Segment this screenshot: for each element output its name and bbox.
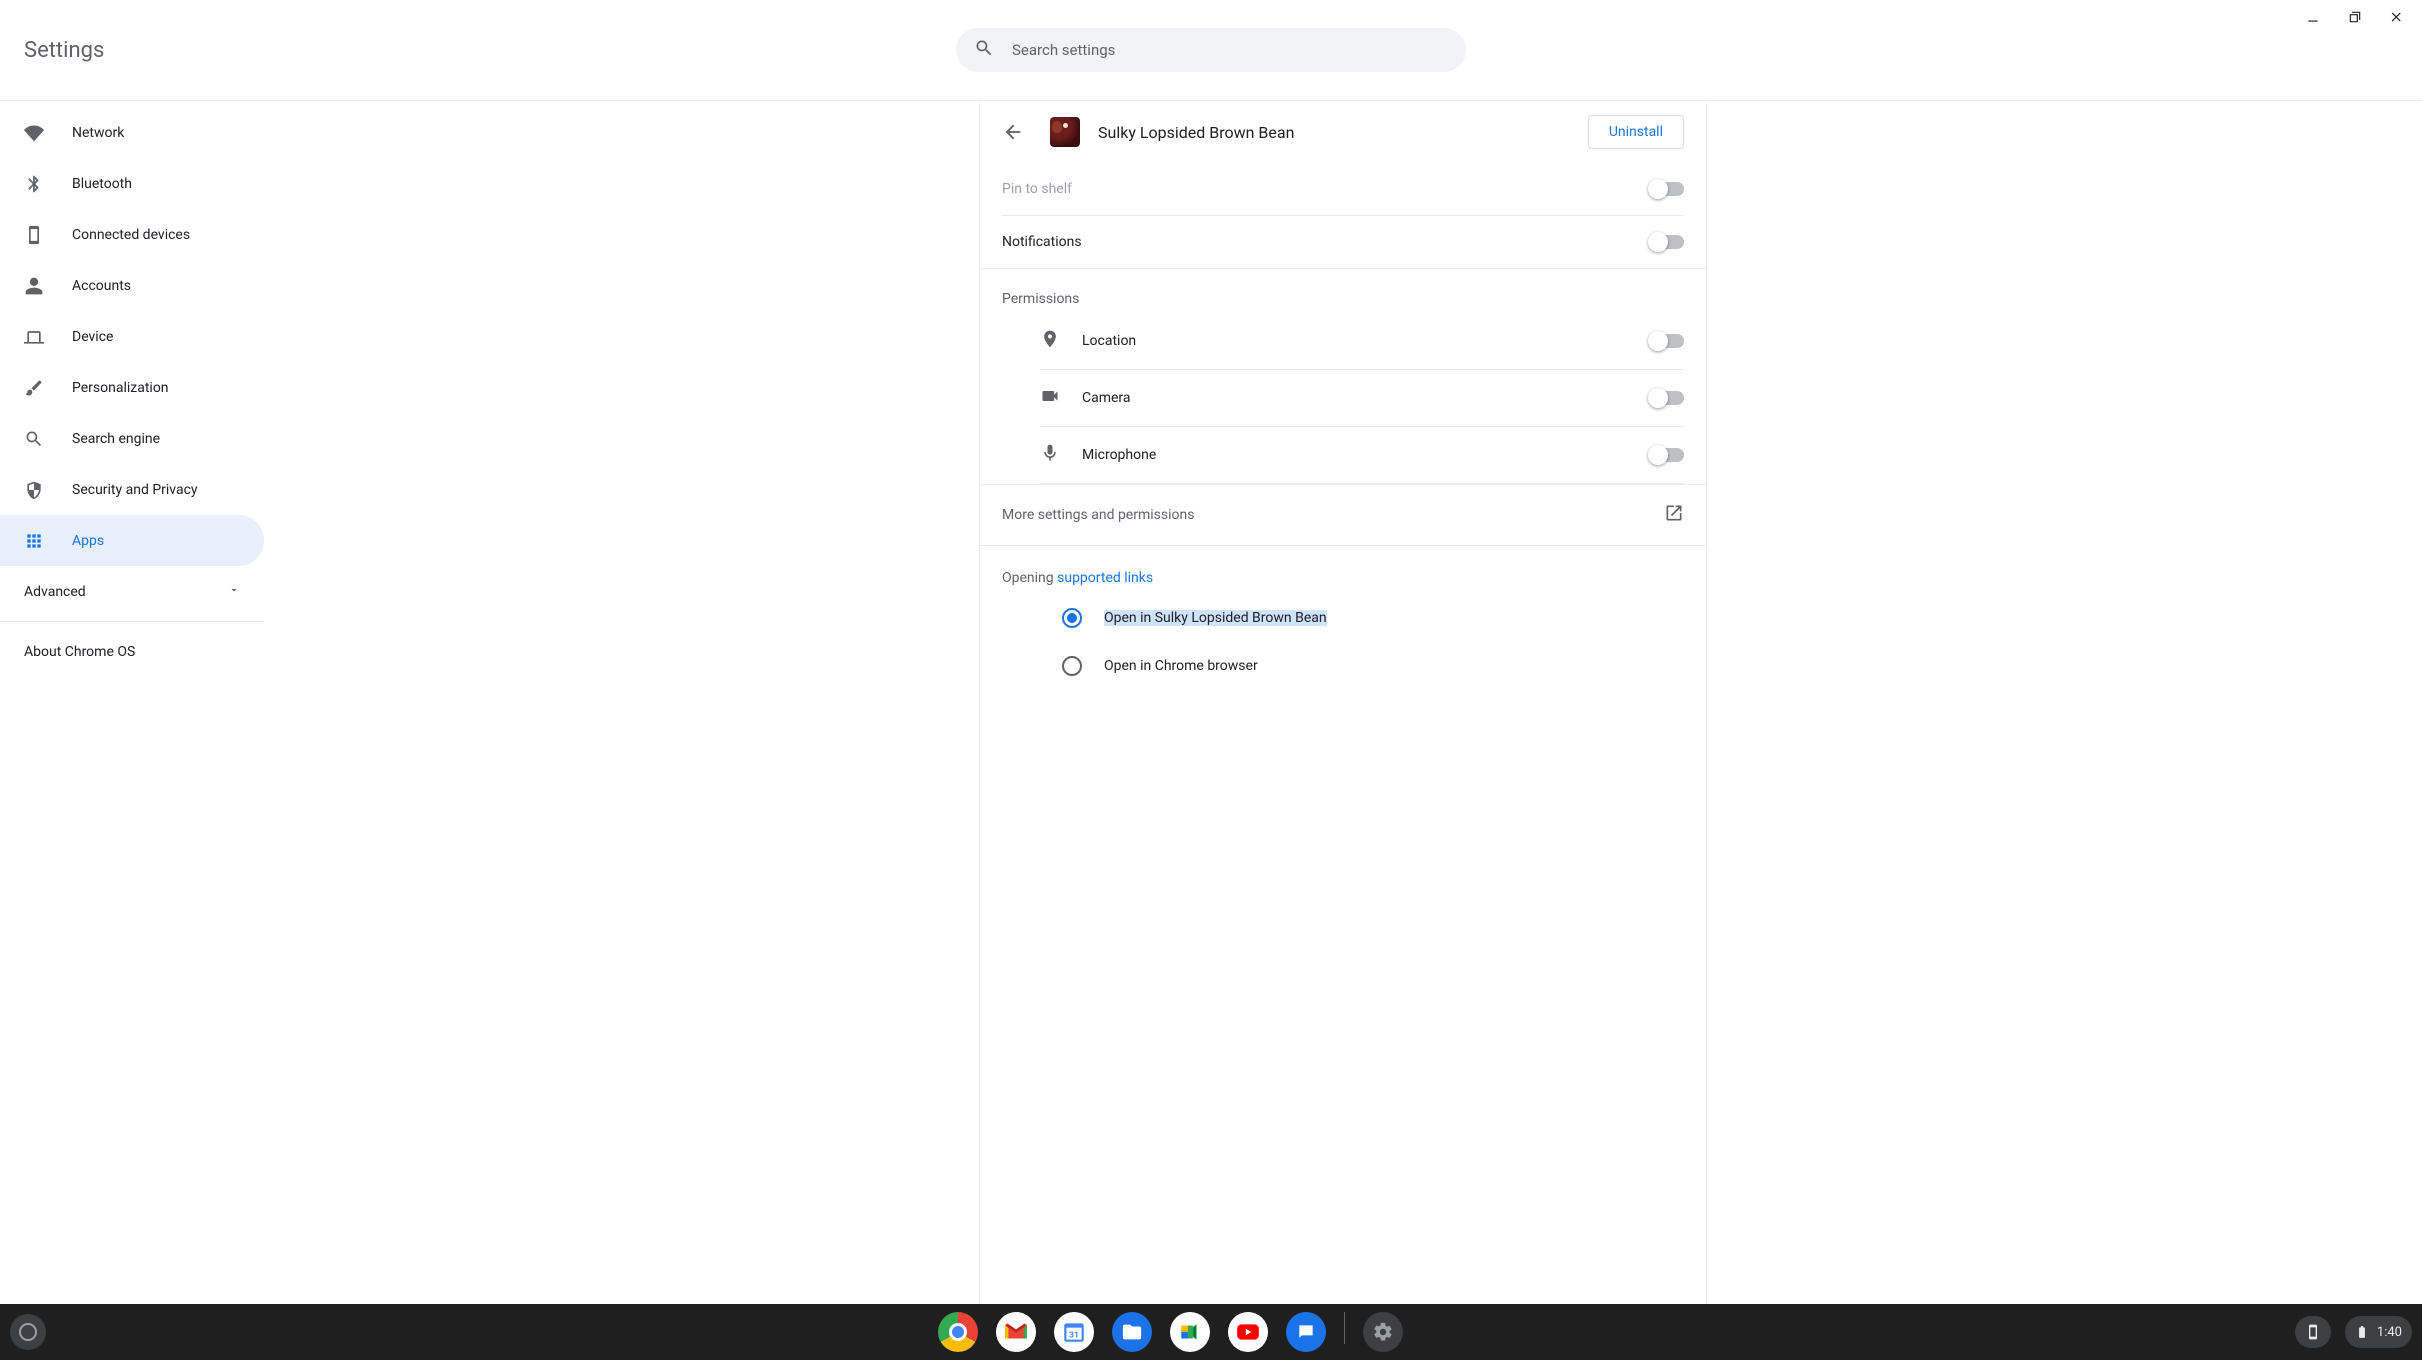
location-toggle[interactable] <box>1650 334 1684 348</box>
shield-icon <box>24 480 44 500</box>
radio-open-in-app[interactable]: Open in Sulky Lopsided Brown Bean <box>980 594 1706 642</box>
permission-microphone-row: Microphone <box>1040 427 1684 484</box>
search-icon <box>24 429 44 449</box>
shelf-app-meet[interactable] <box>1170 1312 1210 1352</box>
shelf-phone-hub[interactable] <box>2295 1316 2331 1348</box>
search-box[interactable] <box>956 28 1466 72</box>
sidebar-item-label: Personalization <box>72 380 169 396</box>
shelf-app-calendar[interactable]: 31 <box>1054 1312 1094 1352</box>
battery-icon <box>2355 1325 2369 1339</box>
sidebar-item-label: Device <box>72 329 113 345</box>
wifi-icon <box>24 123 44 143</box>
app-name: Sulky Lopsided Brown Bean <box>1098 123 1570 142</box>
sidebar-item-label: Accounts <box>72 278 131 294</box>
brush-icon <box>24 378 44 398</box>
sidebar-item-security[interactable]: Security and Privacy <box>0 464 264 515</box>
launcher-button[interactable] <box>10 1314 46 1350</box>
shelf-app-gmail[interactable] <box>996 1312 1036 1352</box>
sidebar-item-device[interactable]: Device <box>0 311 264 362</box>
sidebar-about[interactable]: About Chrome OS <box>0 626 264 677</box>
notifications-row: Notifications <box>1002 216 1684 268</box>
phone-icon <box>24 225 44 245</box>
pin-to-shelf-toggle[interactable] <box>1650 182 1684 196</box>
search-input[interactable] <box>1012 41 1448 59</box>
sidebar-item-label: Search engine <box>72 431 160 447</box>
shelf-status-tray[interactable]: 1:40 <box>2345 1316 2412 1348</box>
uninstall-button[interactable]: Uninstall <box>1588 115 1684 149</box>
shelf-app-messages[interactable] <box>1286 1312 1326 1352</box>
radio-open-in-chrome[interactable]: Open in Chrome browser <box>980 642 1706 690</box>
sidebar-item-network[interactable]: Network <box>0 107 264 158</box>
apps-icon <box>24 531 44 551</box>
header: Settings <box>0 0 2422 101</box>
supported-links-link[interactable]: supported links <box>1057 570 1153 586</box>
search-icon <box>974 38 994 62</box>
radio-button[interactable] <box>1062 656 1082 676</box>
microphone-toggle[interactable] <box>1650 448 1684 462</box>
permission-label: Camera <box>1082 390 1131 406</box>
minimize-button[interactable] <box>2304 8 2322 26</box>
shelf: 31 1:40 <box>0 1304 2422 1360</box>
sidebar-item-connected-devices[interactable]: Connected devices <box>0 209 264 260</box>
maximize-button[interactable] <box>2346 8 2364 26</box>
sidebar-item-accounts[interactable]: Accounts <box>0 260 264 311</box>
microphone-icon <box>1040 443 1060 467</box>
more-settings-label: More settings and permissions <box>1002 507 1194 523</box>
sidebar-item-label: Connected devices <box>72 227 190 243</box>
sidebar: Network Bluetooth Connected devices Acco… <box>0 101 264 1304</box>
permission-location-row: Location <box>1040 313 1684 370</box>
app-icon <box>1050 117 1080 147</box>
sidebar-item-label: Bluetooth <box>72 176 132 192</box>
camera-toggle[interactable] <box>1650 391 1684 405</box>
divider <box>0 621 264 622</box>
shelf-app-youtube[interactable] <box>1228 1312 1268 1352</box>
svg-text:31: 31 <box>1069 1330 1079 1340</box>
pin-to-shelf-row: Pin to shelf <box>1002 163 1684 216</box>
sidebar-item-apps[interactable]: Apps <box>0 515 264 566</box>
open-external-icon <box>1664 503 1684 527</box>
back-button[interactable] <box>1002 117 1032 147</box>
radio-label: Open in Chrome browser <box>1104 658 1258 674</box>
pin-to-shelf-label: Pin to shelf <box>1002 181 1072 197</box>
shelf-app-settings[interactable] <box>1363 1312 1403 1352</box>
sidebar-item-label: Apps <box>72 533 104 549</box>
notifications-label: Notifications <box>1002 234 1082 250</box>
laptop-icon <box>24 327 44 347</box>
shelf-app-files[interactable] <box>1112 1312 1152 1352</box>
sidebar-item-personalization[interactable]: Personalization <box>0 362 264 413</box>
permission-camera-row: Camera <box>1040 370 1684 427</box>
location-icon <box>1040 329 1060 353</box>
radio-label: Open in Sulky Lopsided Brown Bean <box>1104 610 1327 626</box>
permission-label: Location <box>1082 333 1136 349</box>
more-settings-row[interactable]: More settings and permissions <box>980 484 1706 546</box>
notifications-toggle[interactable] <box>1650 235 1684 249</box>
chevron-down-icon <box>228 584 240 600</box>
sidebar-item-search-engine[interactable]: Search engine <box>0 413 264 464</box>
shelf-app-chrome[interactable] <box>938 1312 978 1352</box>
page-title: Settings <box>24 38 104 63</box>
person-icon <box>24 276 44 296</box>
permissions-header: Permissions <box>980 269 1706 313</box>
opening-links-header: Opening supported links <box>980 546 1706 594</box>
sidebar-item-label: Network <box>72 125 124 141</box>
sidebar-item-bluetooth[interactable]: Bluetooth <box>0 158 264 209</box>
shelf-clock: 1:40 <box>2377 1325 2402 1340</box>
sidebar-advanced[interactable]: Advanced <box>0 566 264 617</box>
bluetooth-icon <box>24 174 44 194</box>
close-button[interactable] <box>2388 8 2406 26</box>
sidebar-item-label: Security and Privacy <box>72 482 198 498</box>
camera-icon <box>1040 386 1060 410</box>
permission-label: Microphone <box>1082 447 1156 463</box>
app-detail-header: Sulky Lopsided Brown Bean Uninstall <box>980 101 1706 163</box>
radio-button[interactable] <box>1062 608 1082 628</box>
